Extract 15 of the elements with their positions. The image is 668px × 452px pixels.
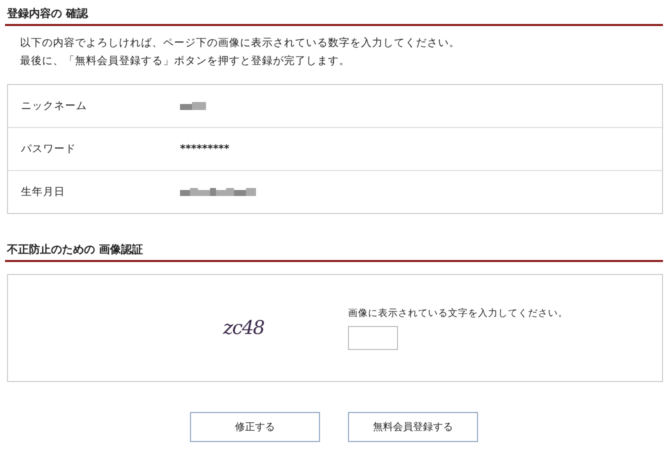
blurred-value-icon	[180, 187, 256, 197]
field-value: *********	[180, 143, 230, 155]
captcha-instruction: 画像に表示されている文字を入力してください。	[348, 306, 568, 320]
blurred-value-icon	[180, 101, 206, 111]
instruction-text: 以下の内容でよろしければ、ページ下の画像に表示されている数字を入力してください。	[20, 36, 461, 50]
edit-button[interactable]: 修正する	[190, 412, 320, 442]
captcha-input-field[interactable]	[348, 326, 398, 350]
field-label: ニックネーム	[20, 99, 88, 113]
field-label: 生年月日	[20, 185, 66, 199]
section-heading: 不正防止のための 画像認証	[5, 240, 663, 262]
field-label: パスワード	[20, 142, 77, 156]
section-heading: 登録内容の 確認	[5, 4, 663, 26]
register-button[interactable]: 無料会員登録する	[348, 412, 478, 442]
instruction-text: 最後に、「無料会員登録する」ボタンを押すと登録が完了します。	[20, 54, 351, 68]
captcha-code: zc48	[223, 317, 264, 339]
